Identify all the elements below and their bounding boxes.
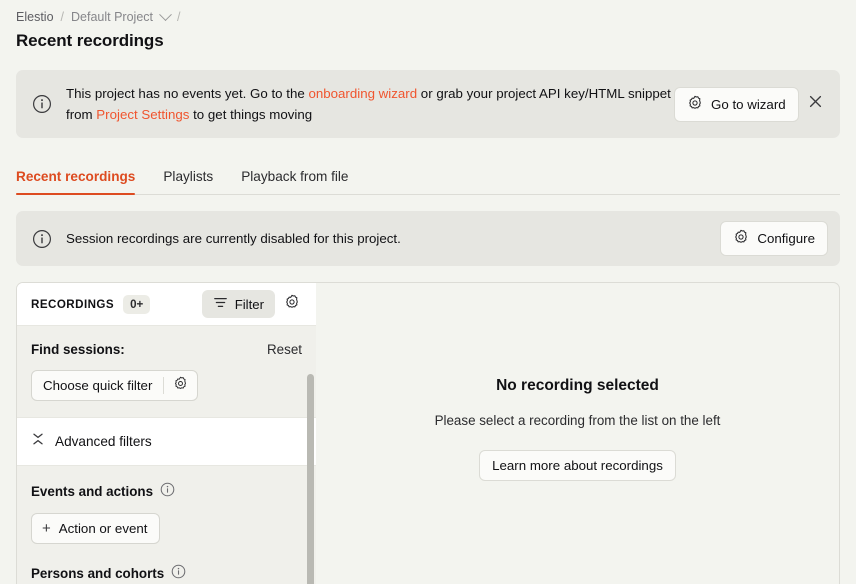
filter-panel-scrollbar[interactable] (307, 374, 314, 584)
gear-icon (687, 95, 703, 114)
advanced-filters-toggle[interactable]: Advanced filters (17, 417, 316, 466)
filter-label: Filter (235, 297, 264, 312)
filter-panel-scroll-thumb[interactable] (307, 374, 314, 584)
chevron-down-icon[interactable] (159, 8, 172, 21)
banner-text-part3: to get things moving (189, 107, 312, 122)
empty-state-title: No recording selected (496, 377, 659, 395)
info-circle-icon (32, 229, 52, 249)
quick-filter-settings-button[interactable] (164, 371, 197, 400)
empty-state-subtitle: Please select a recording from the list … (435, 413, 721, 428)
persons-and-cohorts-label: Persons and cohorts (31, 566, 164, 581)
tab-playback-from-file[interactable]: Playback from file (227, 169, 362, 194)
breadcrumb: Elestio / Default Project / (16, 8, 840, 26)
filter-body: Find sessions: Reset Choose quick filter (17, 326, 316, 584)
filter-icon (213, 295, 228, 313)
topbar: Elestio / Default Project / Recent recor… (0, 0, 856, 51)
tab-recent-recordings[interactable]: Recent recordings (16, 169, 149, 194)
recordings-settings-button[interactable] (278, 290, 306, 318)
breadcrumb-separator-1: / (61, 10, 64, 24)
breadcrumb-separator-2: / (177, 10, 180, 24)
persons-and-cohorts-group-label: Persons and cohorts (31, 564, 302, 582)
add-action-or-event-label: Action or event (59, 521, 148, 536)
onboarding-wizard-link[interactable]: onboarding wizard (308, 86, 417, 101)
reset-filters-button[interactable]: Reset (267, 342, 302, 357)
no-events-banner: This project has no events yet. Go to th… (16, 70, 840, 138)
recordings-panel-header: RECORDINGS 0+ Filter (17, 283, 316, 326)
events-and-actions-group-label: Events and actions (31, 482, 302, 500)
breadcrumb-project[interactable]: Default Project (71, 10, 153, 24)
advanced-filters-label: Advanced filters (55, 434, 152, 449)
gear-icon (733, 229, 749, 248)
recordings-disabled-notice: Session recordings are currently disable… (16, 211, 840, 266)
close-banner-button[interactable] (805, 89, 826, 119)
configure-button[interactable]: Configure (720, 221, 828, 256)
go-to-wizard-label: Go to wizard (711, 97, 786, 112)
gear-icon (284, 294, 300, 315)
add-action-or-event-button[interactable]: + Action or event (31, 513, 160, 544)
banner-text-part1: This project has no events yet. Go to th… (66, 86, 308, 101)
info-circle-icon[interactable] (160, 482, 175, 500)
collapse-icon (31, 432, 45, 451)
find-sessions-row: Find sessions: Reset (31, 342, 302, 357)
tab-playlists[interactable]: Playlists (149, 169, 227, 194)
find-sessions-label: Find sessions: (31, 342, 125, 357)
quick-filter-select[interactable]: Choose quick filter (31, 370, 198, 401)
recordings-list-panel: RECORDINGS 0+ Filter (16, 282, 316, 584)
filter-button[interactable]: Filter (202, 290, 275, 318)
learn-more-label: Learn more about recordings (492, 458, 663, 473)
configure-label: Configure (757, 231, 815, 246)
find-sessions-section: Find sessions: Reset Choose quick filter (17, 326, 316, 417)
notice-text: Session recordings are currently disable… (66, 231, 720, 246)
banner-text: This project has no events yet. Go to th… (66, 83, 674, 125)
quick-filter-label: Choose quick filter (32, 371, 163, 400)
recordings-count-badge: 0+ (123, 295, 150, 314)
tab-bar: Recent recordings Playlists Playback fro… (16, 160, 840, 195)
learn-more-about-recordings-button[interactable]: Learn more about recordings (479, 450, 676, 481)
info-circle-icon (32, 94, 52, 114)
info-circle-icon[interactable] (171, 564, 186, 582)
recording-viewer-panel: No recording selected Please select a re… (316, 282, 840, 584)
project-settings-link[interactable]: Project Settings (96, 107, 189, 122)
page-title: Recent recordings (16, 31, 840, 51)
advanced-filters-content: Events and actions + Action or event Per (17, 466, 316, 584)
go-to-wizard-button[interactable]: Go to wizard (674, 87, 799, 122)
gear-icon (173, 376, 188, 396)
plus-icon: + (42, 521, 51, 536)
recordings-split-view: RECORDINGS 0+ Filter (16, 282, 840, 584)
close-icon (808, 94, 823, 114)
recordings-panel-title: RECORDINGS (31, 298, 114, 311)
breadcrumb-org[interactable]: Elestio (16, 10, 54, 24)
events-and-actions-label: Events and actions (31, 484, 153, 499)
